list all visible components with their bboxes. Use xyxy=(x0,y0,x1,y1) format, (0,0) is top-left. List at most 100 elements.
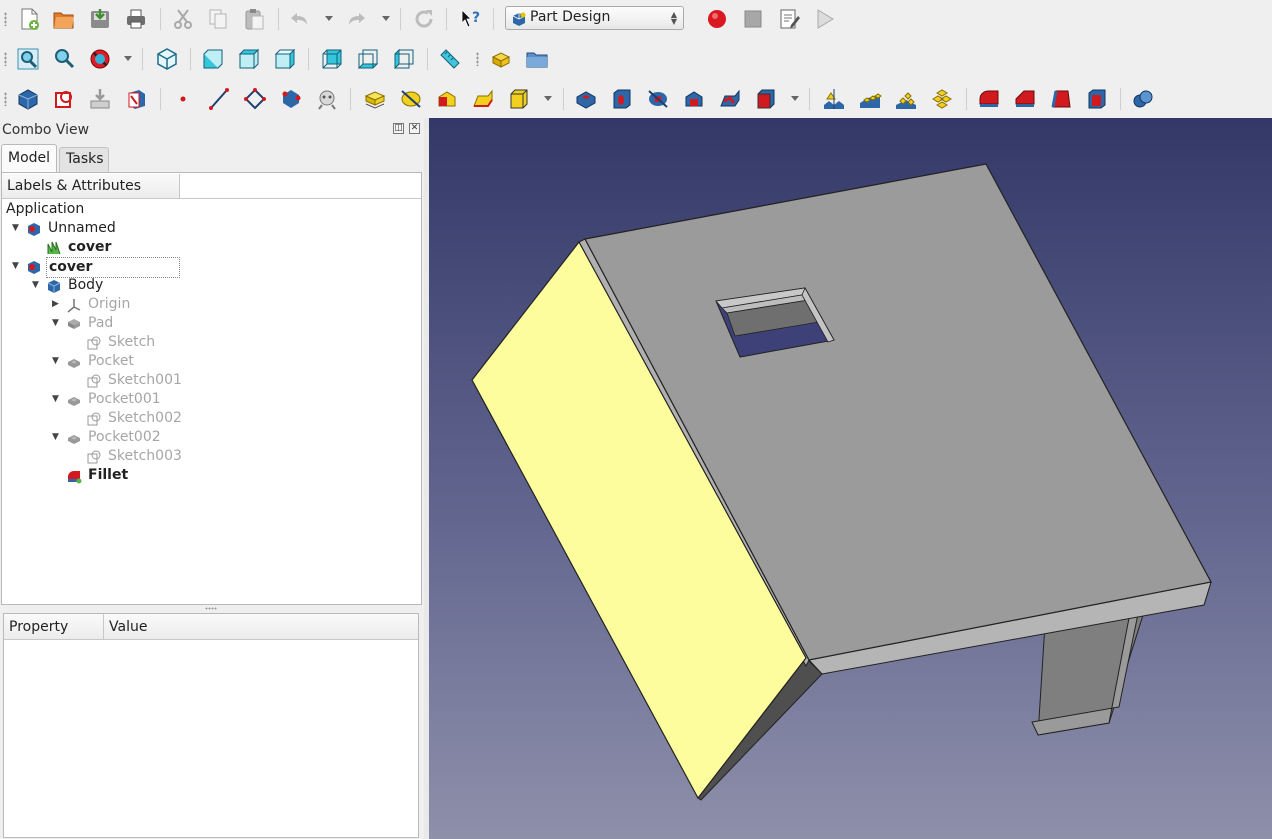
additive-loft-button[interactable] xyxy=(433,85,461,113)
whats-this-button[interactable]: ? xyxy=(456,5,484,33)
cut-button[interactable] xyxy=(169,5,197,33)
mirrored-button[interactable] xyxy=(820,85,848,113)
tree-item-pocket001[interactable]: ▼ Pocket001 xyxy=(50,390,250,409)
revolution-button[interactable] xyxy=(397,85,425,113)
new-document-button[interactable] xyxy=(15,5,43,33)
tree-item-sketch003[interactable]: Sketch003 xyxy=(86,447,286,466)
tree-item-body[interactable]: ▼ Body xyxy=(30,276,230,295)
record-macro-button[interactable] xyxy=(703,5,731,33)
run-macro-button[interactable] xyxy=(811,5,839,33)
expand-arrow-icon[interactable]: ▼ xyxy=(52,314,62,333)
toolbar-handle[interactable] xyxy=(4,12,7,26)
expand-arrow-icon[interactable]: ▼ xyxy=(12,257,22,276)
draw-style-chevron-icon[interactable] xyxy=(124,56,132,61)
linear-pattern-button[interactable] xyxy=(856,85,884,113)
create-part-button[interactable] xyxy=(487,45,515,73)
redo-button[interactable] xyxy=(342,5,370,33)
left-view-button[interactable] xyxy=(390,45,418,73)
tree-item-sketch001[interactable]: Sketch001 xyxy=(86,371,286,390)
pad-button[interactable] xyxy=(361,85,389,113)
expand-arrow-icon[interactable]: ▼ xyxy=(52,428,62,447)
tree-item-pocket[interactable]: ▼ Pocket xyxy=(50,352,250,371)
subtractive-primitive-button[interactable] xyxy=(752,85,780,113)
chamfer-button[interactable] xyxy=(1011,85,1039,113)
stop-macro-button[interactable] xyxy=(739,5,767,33)
groove-button[interactable] xyxy=(644,85,672,113)
isometric-view-button[interactable] xyxy=(153,45,181,73)
thickness-button[interactable] xyxy=(1083,85,1111,113)
boolean-button[interactable] xyxy=(1129,85,1157,113)
tree-item-unnamed[interactable]: ▼ Unnamed xyxy=(10,219,210,238)
create-group-button[interactable] xyxy=(523,45,551,73)
multitransform-button[interactable] xyxy=(928,85,956,113)
tree-item-fillet[interactable]: Fillet xyxy=(66,466,266,485)
right-view-button[interactable] xyxy=(271,45,299,73)
edit-macro-button[interactable] xyxy=(775,5,803,33)
toolbar-handle[interactable] xyxy=(4,92,7,106)
toolbar-handle[interactable] xyxy=(4,52,7,66)
subtractive-loft-button[interactable] xyxy=(680,85,708,113)
subtractive-pipe-button[interactable] xyxy=(716,85,744,113)
close-panel-button[interactable]: ✕ xyxy=(409,123,420,134)
datum-point-button[interactable] xyxy=(169,85,197,113)
datum-plane-button[interactable] xyxy=(241,85,269,113)
fit-all-button[interactable] xyxy=(14,45,42,73)
create-body-button[interactable] xyxy=(14,85,42,113)
splitter-handle[interactable] xyxy=(205,607,217,610)
copy-button[interactable] xyxy=(204,5,232,33)
expand-arrow-icon[interactable]: ▼ xyxy=(52,390,62,409)
tree-item-cover-document[interactable]: ▼ cover xyxy=(10,257,210,278)
save-button[interactable] xyxy=(86,5,114,33)
validate-sketch-button[interactable] xyxy=(86,85,114,113)
open-button[interactable] xyxy=(50,5,78,33)
cover-3d-model[interactable] xyxy=(429,118,1272,839)
undo-button[interactable] xyxy=(286,5,314,33)
expand-arrow-icon[interactable]: ▼ xyxy=(52,352,62,371)
paste-button[interactable] xyxy=(240,5,268,33)
subtractive-primitive-chevron-icon[interactable] xyxy=(791,96,799,101)
group-icon xyxy=(526,52,548,68)
front-view-button[interactable] xyxy=(199,45,227,73)
additive-primitive-button[interactable] xyxy=(505,85,533,113)
tree-item-origin[interactable]: ▶ Origin xyxy=(50,295,250,314)
tree-column-header[interactable]: Labels & Attributes xyxy=(2,174,180,199)
fit-selection-button[interactable] xyxy=(50,45,78,73)
tree-item-pad[interactable]: ▼ Pad xyxy=(50,314,250,333)
tab-model[interactable]: Model xyxy=(1,144,57,172)
tree-item-sketch002[interactable]: Sketch002 xyxy=(86,409,286,428)
3d-viewport[interactable] xyxy=(429,118,1272,839)
tree-item-sketch[interactable]: Sketch xyxy=(86,333,286,352)
refresh-button[interactable] xyxy=(410,5,438,33)
datum-line-button[interactable] xyxy=(205,85,233,113)
create-sketch-button[interactable] xyxy=(50,85,78,113)
fillet-button[interactable] xyxy=(975,85,1003,113)
shape-binder-button[interactable] xyxy=(313,85,341,113)
additive-primitive-chevron-icon[interactable] xyxy=(544,96,552,101)
value-column-header[interactable]: Value xyxy=(104,614,418,640)
undo-dropdown-chevron-icon[interactable] xyxy=(325,16,333,21)
pocket-button[interactable] xyxy=(572,85,600,113)
tab-tasks[interactable]: Tasks xyxy=(59,147,109,172)
map-sketch-button[interactable] xyxy=(122,85,150,113)
toolbar-handle[interactable] xyxy=(476,52,479,66)
draw-style-button[interactable] xyxy=(86,45,114,73)
print-button[interactable] xyxy=(122,5,150,33)
property-column-header[interactable]: Property xyxy=(4,614,104,640)
measure-distance-button[interactable] xyxy=(436,45,464,73)
draft-button[interactable] xyxy=(1047,85,1075,113)
expand-arrow-icon[interactable]: ▼ xyxy=(32,276,42,295)
workbench-selector[interactable]: Part Design ▲ ▼ xyxy=(505,6,684,30)
local-cs-button[interactable] xyxy=(277,85,305,113)
top-view-button[interactable] xyxy=(235,45,263,73)
hole-button[interactable] xyxy=(608,85,636,113)
polar-pattern-button[interactable] xyxy=(892,85,920,113)
tree-item-pocket002[interactable]: ▼ Pocket002 xyxy=(50,428,250,447)
redo-dropdown-chevron-icon[interactable] xyxy=(382,16,390,21)
expand-arrow-icon[interactable]: ▶ xyxy=(52,295,62,314)
additive-pipe-button[interactable] xyxy=(469,85,497,113)
float-panel-button[interactable]: ◫ xyxy=(393,123,404,134)
rear-view-button[interactable] xyxy=(318,45,346,73)
bottom-view-button[interactable] xyxy=(354,45,382,73)
expand-arrow-icon[interactable]: ▼ xyxy=(12,219,22,238)
boolean-icon xyxy=(1133,90,1153,108)
